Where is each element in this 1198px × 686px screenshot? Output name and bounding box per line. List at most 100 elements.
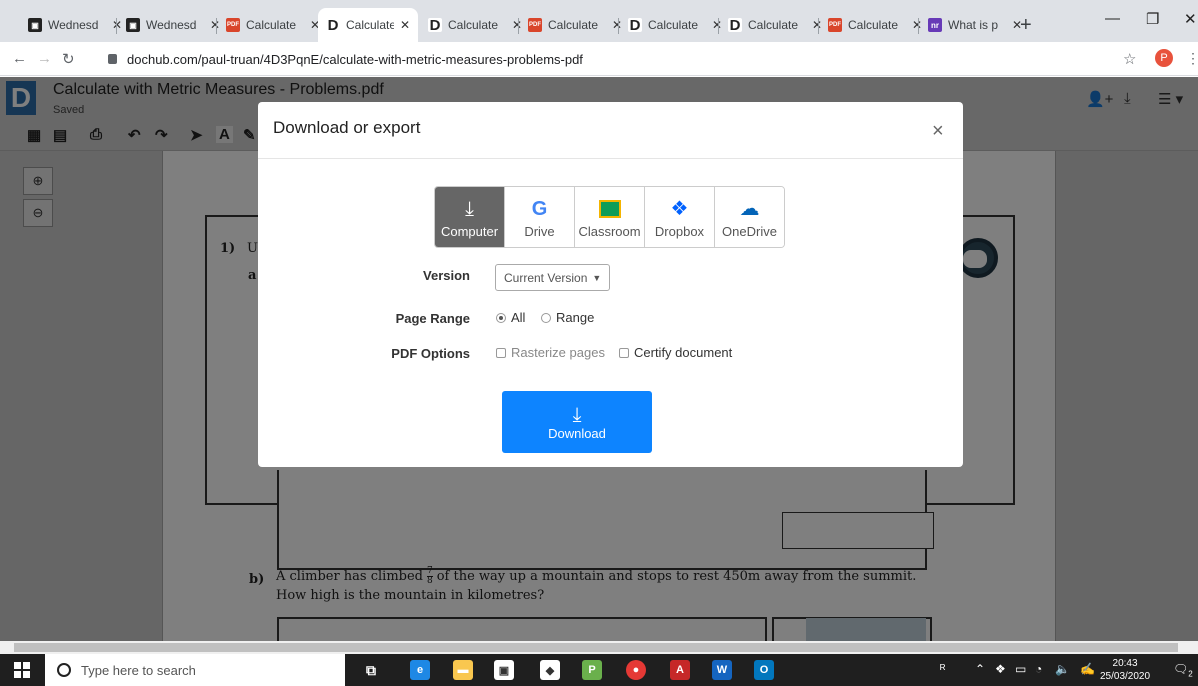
store-icon[interactable]: ▣ <box>494 660 514 680</box>
forward-icon[interactable]: → <box>37 50 52 67</box>
outlook-icon[interactable]: O <box>754 660 774 680</box>
page-range-range-radio[interactable]: Range <box>541 310 594 325</box>
rasterize-pages-checkbox[interactable]: Rasterize pages <box>496 345 605 360</box>
lock-icon <box>108 54 117 64</box>
new-tab-button[interactable]: + <box>1020 14 1032 37</box>
tab-title: Calculate <box>648 18 699 32</box>
onedrive-icon: ☁ <box>739 197 760 220</box>
chrome-icon[interactable]: ● <box>626 660 646 680</box>
microphone-icon[interactable]: 🎙 <box>311 660 331 680</box>
people-icon[interactable]: ᴿ <box>940 662 945 676</box>
checkbox-label: Rasterize pages <box>511 345 605 360</box>
profile-avatar[interactable]: P <box>1155 49 1173 67</box>
browser-tab-active[interactable]: D Calculate ✕ <box>318 8 418 42</box>
dochub-icon: D <box>728 16 742 34</box>
browser-tab[interactable]: D Calculate ✕ <box>720 8 830 42</box>
bookmark-star-icon[interactable]: ☆ <box>1123 50 1136 68</box>
pdf-icon: PDF <box>528 18 542 32</box>
edge-icon[interactable]: e <box>410 660 430 680</box>
address-bar[interactable]: dochub.com/paul-truan/4D3PqnE/calculate-… <box>108 47 1108 71</box>
certify-document-checkbox[interactable]: Certify document <box>619 345 732 360</box>
tab-title: Wednesd <box>48 18 99 32</box>
dochub-icon: D <box>428 16 442 34</box>
clock-time: 20:43 <box>1112 658 1138 669</box>
download-icon: ⤓ <box>572 403 582 426</box>
tab-title: Calculate <box>848 18 899 32</box>
checkbox-label: Certify document <box>634 345 733 360</box>
tab-separator <box>618 18 619 34</box>
browser-tab[interactable]: nr What is p ✕ <box>920 8 1030 42</box>
checkbox-icon <box>496 348 506 358</box>
ms-icon: ▣ <box>28 18 42 32</box>
radio-selected-icon <box>496 313 506 323</box>
pen-icon[interactable]: ✍ <box>1080 662 1095 676</box>
browser-tab[interactable]: PDF Calculate ✕ <box>520 8 630 42</box>
checkbox-icon <box>619 348 629 358</box>
tab-separator <box>918 18 919 34</box>
browser-tab[interactable]: ▣ Wednesd ✕ <box>20 8 130 42</box>
dochub-icon: D <box>628 16 642 34</box>
page-range-all-radio[interactable]: All <box>496 310 525 325</box>
restore-icon[interactable]: ❐ <box>1146 10 1159 28</box>
pdf-icon: PDF <box>226 18 240 32</box>
destination-computer-button[interactable]: ⤓ Computer <box>435 187 505 247</box>
tray-chevron-icon[interactable]: ⌃ <box>975 662 985 676</box>
windows-start-icon[interactable] <box>14 662 30 678</box>
url-text: dochub.com/paul-truan/4D3PqnE/calculate-… <box>127 51 583 67</box>
destination-onedrive-button[interactable]: ☁ OneDrive <box>715 187 784 247</box>
file-explorer-icon[interactable]: ▬ <box>453 660 473 680</box>
destination-dropbox-button[interactable]: ❖ Dropbox <box>645 187 715 247</box>
acrobat-icon[interactable]: A <box>670 660 690 680</box>
window-close-icon[interactable]: ✕ <box>1184 10 1197 28</box>
taskbar-search[interactable]: Type here to search <box>45 654 345 686</box>
tab-title: Calculate <box>448 18 499 32</box>
battery-icon: ▭ <box>1015 662 1027 676</box>
dialog-close-icon[interactable]: × <box>932 120 944 143</box>
tab-title: Calculate <box>748 18 799 32</box>
taskbar-clock[interactable]: 20:43 25/03/2020 <box>1100 657 1150 683</box>
notes-app-icon[interactable]: P <box>582 660 602 680</box>
scrollbar-thumb[interactable] <box>14 643 1178 652</box>
cortana-icon <box>57 663 71 677</box>
destination-classroom-button[interactable]: Classroom <box>575 187 645 247</box>
tab-separator <box>818 18 819 34</box>
tab-close-icon[interactable]: ✕ <box>400 18 410 32</box>
tab-title: Calculate <box>548 18 599 32</box>
tab-title: Wednesd <box>146 18 197 32</box>
radio-icon <box>541 313 551 323</box>
download-button-label: Download <box>548 425 606 441</box>
destination-label: Classroom <box>578 223 641 239</box>
destination-label: Dropbox <box>654 223 705 239</box>
version-select[interactable]: Current Version ▼ <box>495 264 610 291</box>
word-icon[interactable]: W <box>712 660 732 680</box>
radio-label: Range <box>556 310 595 325</box>
browser-tab[interactable]: D Calculate ✕ <box>620 8 730 42</box>
dialog-divider <box>258 158 963 159</box>
radio-label: All <box>511 310 526 325</box>
dropbox-tray-icon[interactable]: ❖ <box>995 662 1006 676</box>
browser-menu-icon[interactable]: ⋮ <box>1186 50 1198 67</box>
browser-tab[interactable]: D Calculate ✕ <box>420 8 530 42</box>
tab-title: Calculate <box>246 18 297 32</box>
download-button[interactable]: ⤓ Download <box>502 391 652 453</box>
destination-label: OneDrive <box>722 223 777 239</box>
pdf-icon: PDF <box>828 18 842 32</box>
destination-drive-button[interactable]: G Drive <box>505 187 575 247</box>
browser-tab[interactable]: PDF Calculate ✕ <box>218 8 328 42</box>
pdf-options-label: PDF Options <box>391 346 470 361</box>
search-placeholder: Type here to search <box>81 662 196 678</box>
wifi-icon[interactable]: ◔ <box>1035 662 1042 676</box>
tab-separator <box>216 18 217 34</box>
browser-tab[interactable]: PDF Calculate ✕ <box>820 8 930 42</box>
export-destination-group: ⤓ Computer G Drive Classroom ❖ Dropbox ☁… <box>434 186 785 248</box>
education-icon[interactable]: ◆ <box>540 660 560 680</box>
caret-down-icon: ▼ <box>592 272 602 283</box>
volume-icon[interactable]: 🔈 <box>1055 662 1070 676</box>
back-icon[interactable]: ← <box>12 50 27 67</box>
task-view-icon[interactable]: ⧉ <box>361 660 381 680</box>
minimize-icon[interactable]: — <box>1105 10 1120 27</box>
browser-tab[interactable]: ▣ Wednesd ✕ <box>118 8 228 42</box>
reload-icon[interactable]: ↻ <box>62 50 75 68</box>
notification-icon[interactable]: 🗨2 <box>1173 662 1193 678</box>
tab-title: What is p <box>948 18 999 32</box>
